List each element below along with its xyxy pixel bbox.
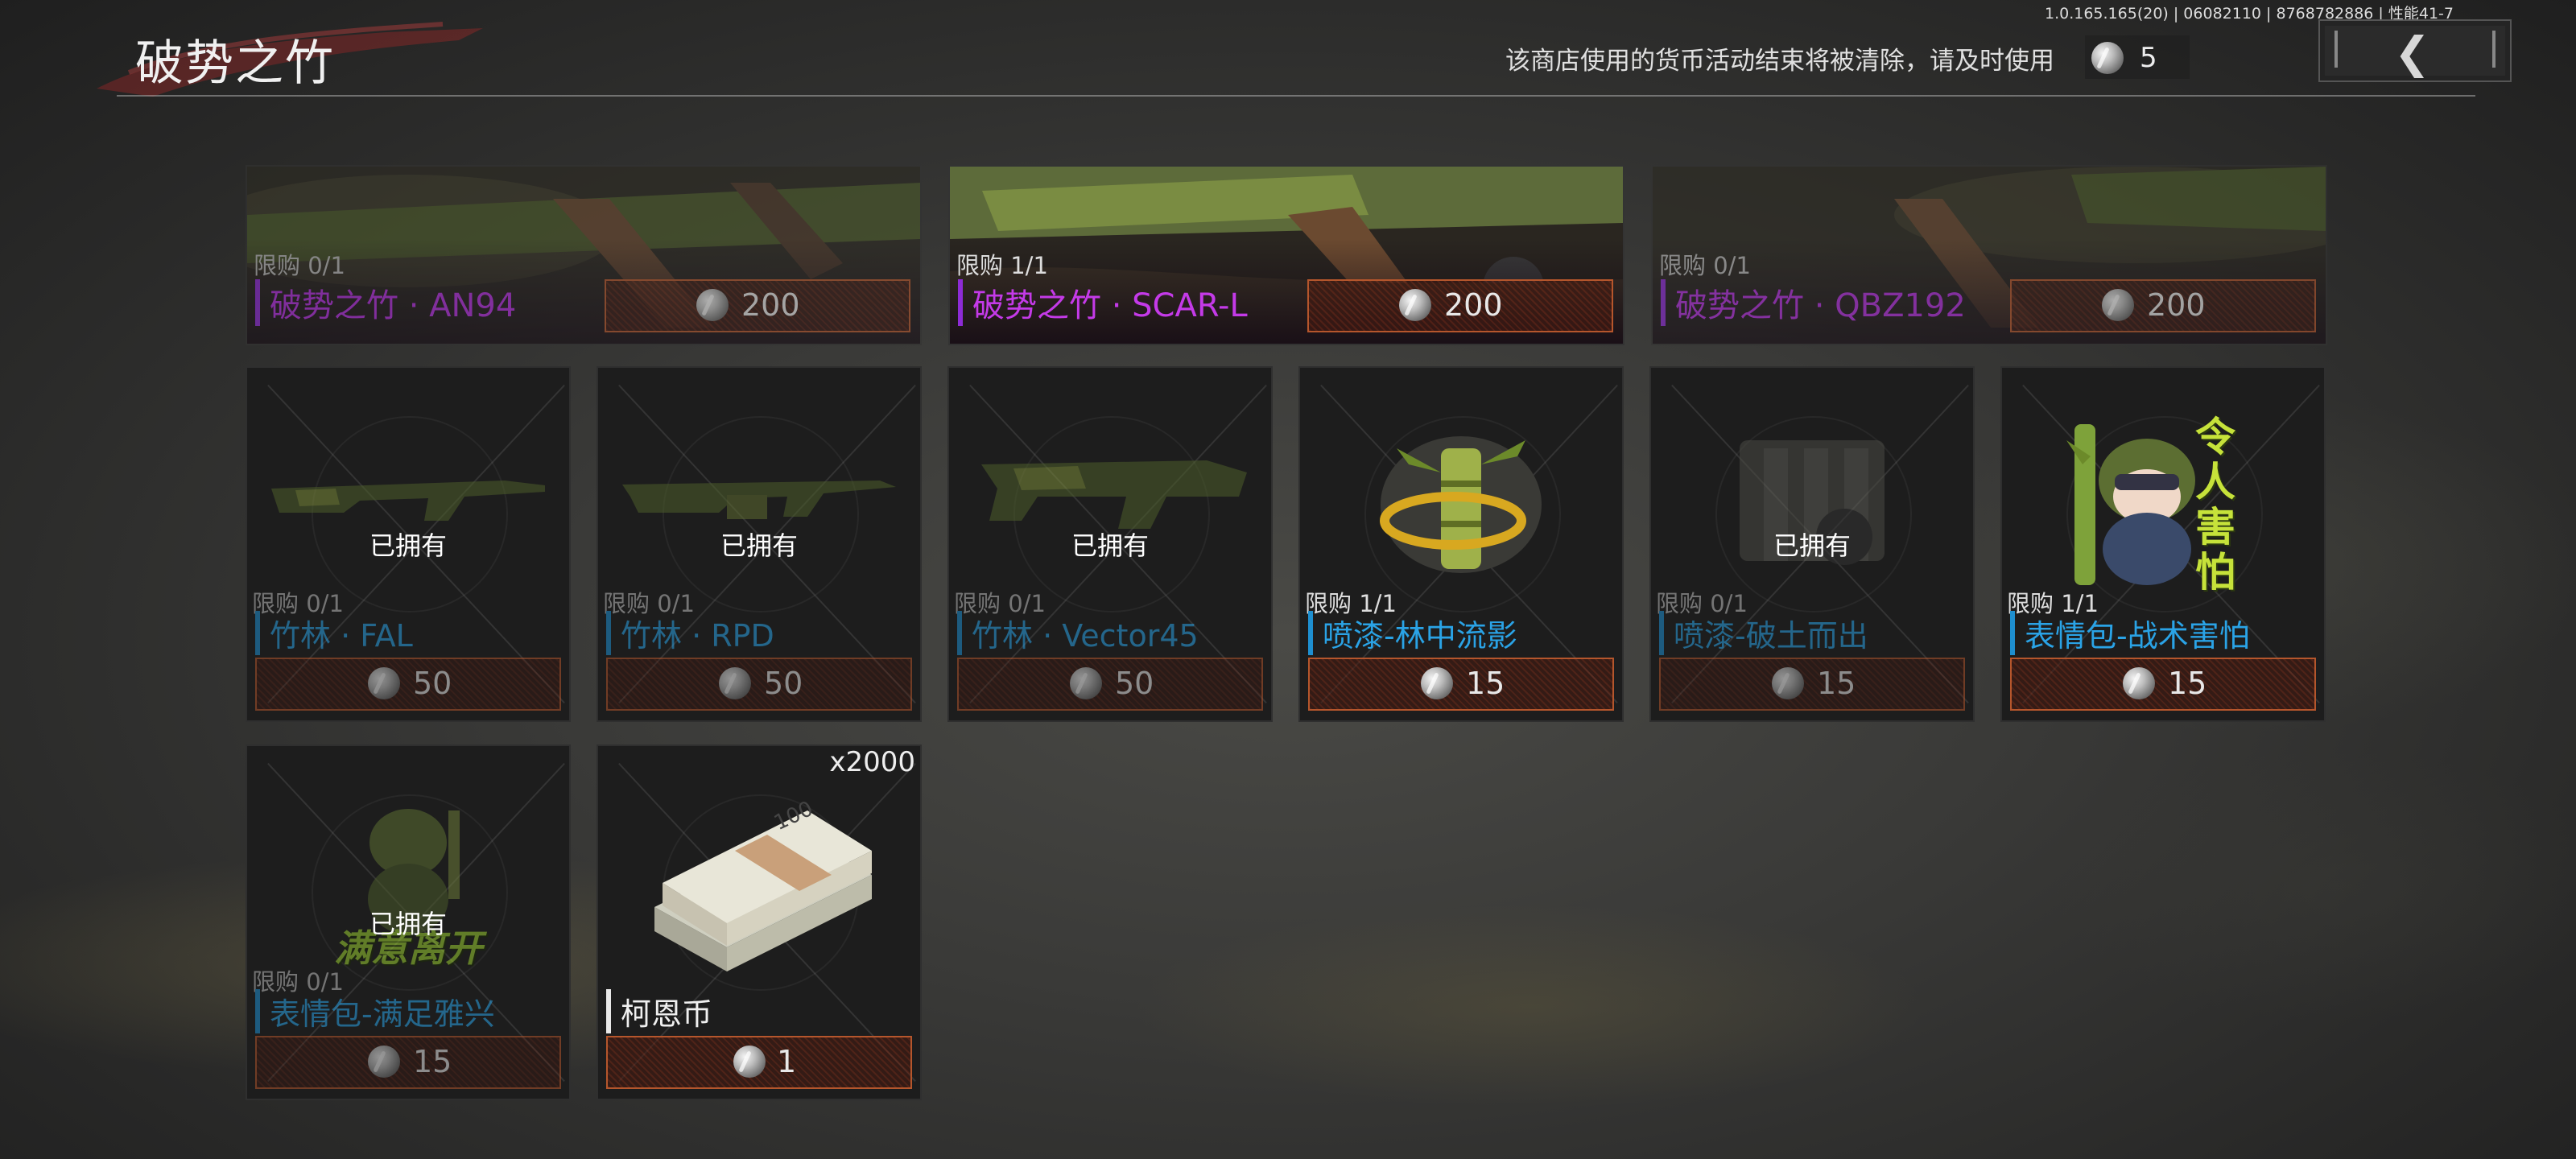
item-name: 破势之竹 · AN94: [255, 279, 516, 326]
coin-icon: [1070, 667, 1102, 699]
price-value: 15: [1817, 666, 1856, 701]
featured-card-scar-l[interactable]: 限购 1/1 破势之竹 · SCAR-L 200: [948, 165, 1624, 345]
price-button[interactable]: 15: [255, 1036, 561, 1089]
price-button[interactable]: 200: [2010, 279, 2316, 332]
banknote-stack-image: [654, 810, 872, 971]
header-divider: [117, 95, 2475, 97]
limit-text: 限购 0/1: [254, 252, 345, 279]
coin-icon: [2123, 667, 2155, 699]
page-title: 破势之竹: [135, 35, 335, 92]
price-value: 1: [777, 1044, 797, 1079]
limit-text: 限购 0/1: [1659, 252, 1751, 279]
price-button[interactable]: 200: [605, 279, 910, 332]
price-value: 200: [741, 287, 800, 323]
back-button[interactable]: ❮: [2318, 19, 2512, 82]
coin-icon: [2102, 289, 2134, 321]
weapon-rpd-image: [622, 481, 896, 519]
featured-card-an94[interactable]: 限购 0/1 破势之竹 · AN94 200: [246, 165, 922, 345]
price-value: 15: [413, 1044, 452, 1079]
spray-bamboo-image: [1380, 436, 1542, 573]
price-button[interactable]: 50: [255, 658, 561, 711]
item-card-vector45[interactable]: 已拥有 限购 0/1 竹林 · Vector45 50: [947, 366, 1273, 722]
item-card-emote-tactical-fear[interactable]: 令人害怕 限购 1/1 表情包-战术害怕 15: [2000, 366, 2326, 722]
owned-label: 已拥有: [1773, 530, 1851, 561]
back-button-edge: [2492, 31, 2496, 68]
item-name: 竹林 · RPD: [606, 611, 774, 655]
coin-icon: [2091, 42, 2124, 74]
price-button[interactable]: 200: [1307, 279, 1613, 332]
owned-label: 已拥有: [720, 530, 798, 561]
weapon-vector45-image: [981, 460, 1247, 529]
price-button[interactable]: 50: [957, 658, 1263, 711]
coin-icon: [1399, 289, 1431, 321]
owned-label: 已拥有: [369, 909, 447, 939]
price-value: 50: [413, 666, 452, 701]
limit-text: 限购 1/1: [956, 252, 1048, 279]
item-name: 表情包-满足雅兴: [255, 989, 495, 1033]
price-button[interactable]: 1: [606, 1036, 912, 1089]
item-name: 竹林 · Vector45: [957, 611, 1199, 655]
emote-text: 令人害怕: [2195, 414, 2235, 596]
item-name: 表情包-战术害怕: [2010, 611, 2250, 655]
price-button[interactable]: 50: [606, 658, 912, 711]
price-value: 15: [1466, 666, 1505, 701]
item-name: 柯恩币: [606, 989, 712, 1033]
item-card-spray-break-ground[interactable]: 已拥有 限购 0/1 喷漆-破土而出 15: [1649, 366, 1975, 722]
item-card-emote-satisfied[interactable]: 满意离开 已拥有 限购 0/1 表情包-满足雅兴 15: [246, 744, 571, 1100]
back-arrow-icon: ❮: [2394, 27, 2431, 78]
item-name: 竹林 · FAL: [255, 611, 413, 655]
item-name: 破势之竹 · SCAR-L: [958, 279, 1248, 326]
item-card-spray-forest-shadow[interactable]: 限购 1/1 喷漆-林中流影 15: [1298, 366, 1624, 722]
featured-card-qbz192[interactable]: 限购 0/1 破势之竹 · QBZ192 200: [1651, 165, 2327, 345]
price-button[interactable]: 15: [2010, 658, 2316, 711]
back-button-edge: [2334, 31, 2338, 68]
price-value: 15: [2168, 666, 2207, 701]
item-name: 喷漆-破土而出: [1659, 611, 1868, 655]
coin-icon: [1772, 667, 1804, 699]
coin-icon: [733, 1046, 766, 1078]
coin-icon: [696, 289, 729, 321]
quantity-label: x2000: [829, 746, 915, 778]
owned-label: 已拥有: [369, 530, 447, 561]
price-value: 50: [764, 666, 803, 701]
currency-display: 5: [2085, 35, 2190, 79]
price-value: 200: [1444, 287, 1503, 323]
coin-icon: [719, 667, 751, 699]
item-card-koen-coin[interactable]: x2000 100 柯恩币 1: [597, 744, 922, 1100]
weapon-fal-image: [271, 481, 545, 521]
item-card-rpd[interactable]: 已拥有 限购 0/1 竹林 · RPD 50: [597, 366, 922, 722]
item-card-fal[interactable]: 已拥有 限购 0/1 竹林 · FAL 50: [246, 366, 571, 722]
price-button[interactable]: 15: [1308, 658, 1614, 711]
coin-icon: [368, 1046, 400, 1078]
price-value: 200: [2147, 287, 2206, 323]
coin-icon: [368, 667, 400, 699]
owned-label: 已拥有: [1071, 530, 1149, 561]
price-button[interactable]: 15: [1659, 658, 1965, 711]
item-name: 破势之竹 · QBZ192: [1661, 279, 1966, 326]
currency-amount: 5: [2140, 42, 2157, 74]
price-value: 50: [1115, 666, 1154, 701]
coin-icon: [1421, 667, 1453, 699]
currency-notice: 该商店使用的货币活动结束将被清除，请及时使用: [1505, 47, 2054, 76]
item-name: 喷漆-林中流影: [1308, 611, 1517, 655]
